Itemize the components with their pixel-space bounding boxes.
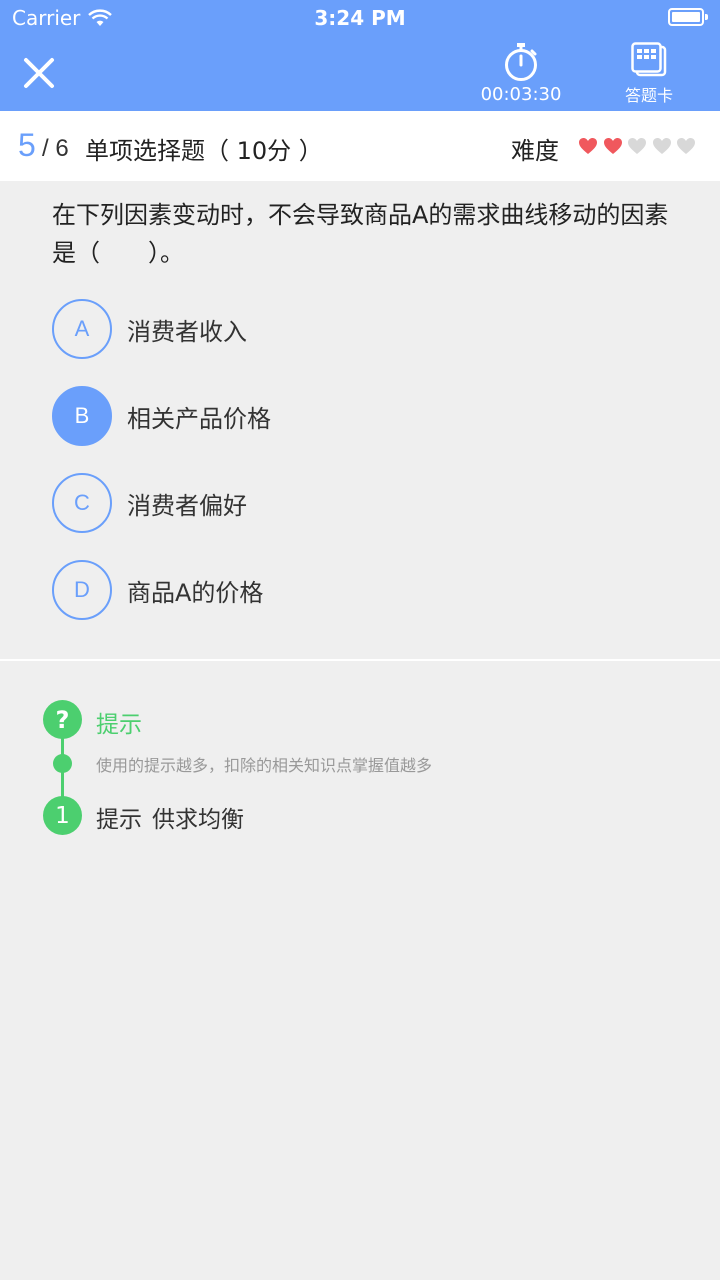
hint-item-content: 供求均衡: [152, 807, 244, 833]
difficulty-rating: [578, 137, 701, 155]
heart-icon: [603, 138, 622, 154]
option-letter: C: [52, 473, 112, 533]
hint-item-label: 提示: [96, 807, 142, 833]
status-time: 3:24 PM: [314, 6, 406, 30]
option-letter: D: [52, 560, 112, 620]
close-button[interactable]: [20, 54, 58, 92]
option-d[interactable]: D 商品A的价格: [52, 560, 263, 620]
hint-note: 使用的提示越多，扣除的相关知识点掌握值越多: [96, 756, 433, 775]
option-label: 消费者偏好: [127, 491, 247, 520]
heart-icon: [677, 138, 695, 154]
heart-icon: [652, 138, 671, 154]
difficulty-label: 难度: [511, 137, 559, 165]
stopwatch-icon: [505, 43, 537, 81]
option-a[interactable]: A 消费者收入: [52, 299, 247, 359]
option-label: 商品A的价格: [127, 578, 264, 607]
option-b[interactable]: B 相关产品价格: [52, 386, 271, 446]
navigation-bar: Carrier 3:24 PM 00:03:30 答题卡: [0, 0, 720, 111]
answer-card-icon: [631, 42, 667, 77]
section-divider: [0, 659, 720, 661]
answer-card-label: 答题卡: [624, 86, 673, 105]
question-type: 单项选择题（ 10分 ）: [85, 137, 323, 165]
answer-card-button[interactable]: 答题卡: [606, 42, 692, 106]
question-info-bar: 5 / 6 单项选择题（ 10分 ） 难度: [0, 111, 720, 181]
heart-icon: [579, 138, 597, 154]
option-c[interactable]: C 消费者偏好: [52, 473, 247, 533]
current-question-number: 5: [18, 127, 36, 163]
hint-title: 提示: [96, 712, 142, 738]
heart-icon: [628, 138, 646, 154]
help-icon: ?: [43, 700, 82, 739]
option-letter: A: [52, 299, 112, 359]
timer-value: 00:03:30: [480, 84, 562, 105]
timer: 00:03:30: [470, 42, 572, 105]
question-text: 在下列因素变动时，不会导致商品A的需求曲线移动的因素是（ ）。: [52, 201, 669, 267]
option-letter: B: [52, 386, 112, 446]
option-label: 相关产品价格: [127, 404, 271, 433]
close-icon: [24, 58, 54, 88]
total-questions: / 6: [42, 135, 69, 162]
battery-icon: [668, 8, 708, 26]
hint-number-badge[interactable]: 1: [43, 796, 82, 835]
hint-timeline-dot: [53, 754, 72, 773]
hint-item-1[interactable]: 提示 供求均衡: [96, 800, 244, 834]
option-label: 消费者收入: [127, 317, 247, 346]
